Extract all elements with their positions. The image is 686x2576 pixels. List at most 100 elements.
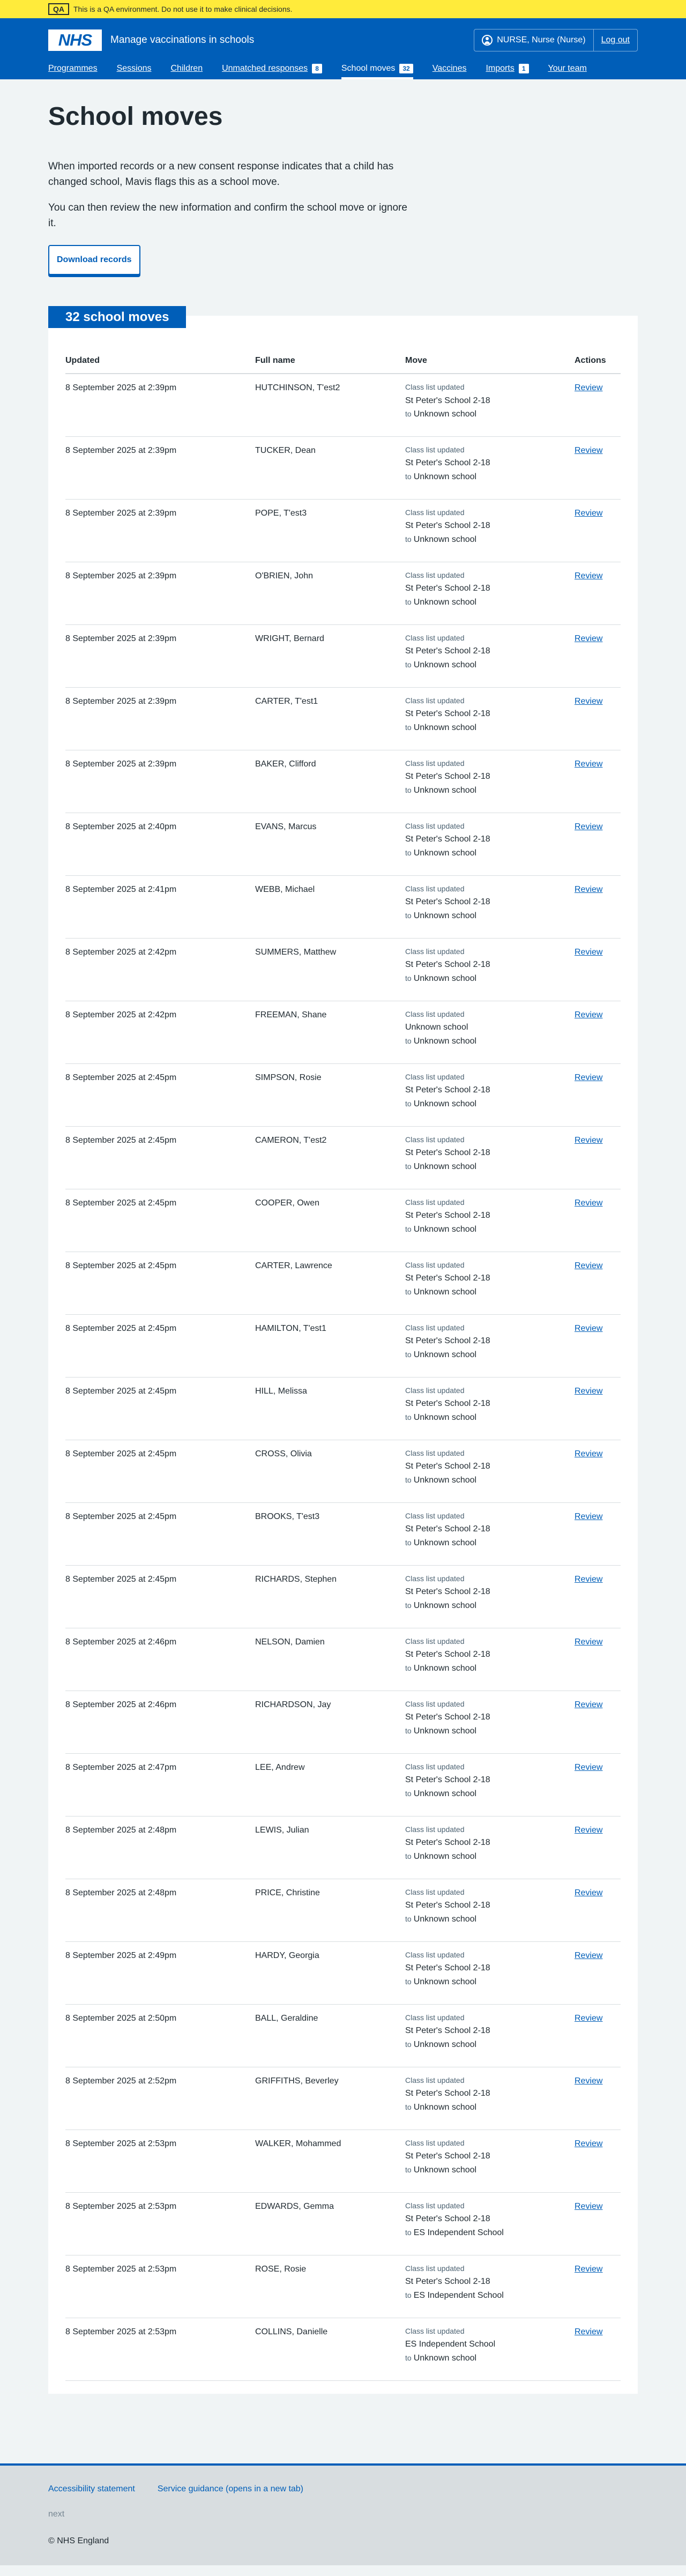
review-link[interactable]: Review: [575, 571, 602, 580]
review-link[interactable]: Review: [575, 1888, 602, 1897]
review-link[interactable]: Review: [575, 1951, 602, 1960]
review-link[interactable]: Review: [575, 383, 602, 392]
service-name[interactable]: Manage vaccinations in schools: [110, 33, 254, 48]
review-link[interactable]: Review: [575, 885, 602, 894]
review-link[interactable]: Review: [575, 948, 602, 957]
move-to-word: to: [405, 2290, 412, 2299]
cell-actions: Review: [575, 1126, 621, 1189]
download-records-button[interactable]: Download records: [48, 245, 140, 275]
move-to-word: to: [405, 1099, 412, 1108]
review-link[interactable]: Review: [575, 2202, 602, 2211]
review-link[interactable]: Review: [575, 1449, 602, 1458]
table-row: 8 September 2025 at 2:46pm RICHARDSON, Ja…: [65, 1691, 621, 1754]
nav-count-badge: 32: [399, 64, 413, 73]
review-link[interactable]: Review: [575, 2014, 602, 2023]
move-to-word: to: [405, 410, 412, 419]
review-link[interactable]: Review: [575, 822, 602, 831]
table-row: 8 September 2025 at 2:50pm BALL, Geraldin…: [65, 2004, 621, 2067]
move-type-label: Class list updated: [405, 2264, 465, 2273]
review-link[interactable]: Review: [575, 509, 602, 518]
review-link[interactable]: Review: [575, 1637, 602, 1647]
nav-item-imports[interactable]: Imports 1: [486, 62, 529, 75]
nav-item-programmes[interactable]: Programmes: [48, 62, 98, 75]
review-link[interactable]: Review: [575, 2265, 602, 2274]
move-from-school: St Peter's School 2-18: [405, 1148, 490, 1158]
cell-move: Class list updated St Peter's School 2-18…: [405, 1189, 575, 1252]
review-link[interactable]: Review: [575, 1700, 602, 1709]
move-to-school: Unknown school: [413, 1851, 477, 1861]
review-link[interactable]: Review: [575, 697, 602, 706]
cell-full-name: TUCKER, Dean: [255, 436, 405, 500]
nav-item-school-moves[interactable]: School moves 32: [341, 62, 413, 79]
nav-item-vaccines[interactable]: Vaccines: [433, 62, 467, 75]
review-link[interactable]: Review: [575, 634, 602, 643]
move-to-school: Unknown school: [413, 1600, 477, 1610]
cell-full-name: CROSS, Olivia: [255, 1440, 405, 1503]
review-link[interactable]: Review: [575, 1512, 602, 1521]
table-row: 8 September 2025 at 2:47pm LEE, Andrew Cla…: [65, 1753, 621, 1816]
review-link[interactable]: Review: [575, 1136, 602, 1145]
review-link[interactable]: Review: [575, 1073, 602, 1082]
intro-paragraph-2: You can then review the new information …: [48, 202, 407, 229]
cell-updated: 8 September 2025 at 2:39pm: [65, 687, 255, 750]
move-to-line: to Unknown school: [405, 1285, 575, 1299]
review-link[interactable]: Review: [575, 2139, 602, 2148]
column-header-actions: Actions: [575, 315, 621, 375]
cell-full-name: SIMPSON, Rosie: [255, 1063, 405, 1127]
cell-updated: 8 September 2025 at 2:42pm: [65, 938, 255, 1001]
move-type-label: Class list updated: [405, 1448, 465, 1457]
nav-item-label: Imports: [486, 64, 514, 73]
move-to-word: to: [405, 1224, 412, 1233]
move-to-word: to: [405, 973, 412, 982]
nav-item-unmatched-responses[interactable]: Unmatched responses 8: [222, 62, 322, 75]
move-type-label: Class list updated: [405, 1135, 465, 1144]
cell-actions: Review: [575, 1816, 621, 1879]
review-link[interactable]: Review: [575, 2327, 602, 2336]
cell-move: Class list updated St Peter's School 2-18…: [405, 374, 575, 437]
table-row: 8 September 2025 at 2:45pm BROOKS, T'est3…: [65, 1502, 621, 1566]
cell-actions: Review: [575, 1941, 621, 2005]
review-link[interactable]: Review: [575, 760, 602, 769]
move-from-school: St Peter's School 2-18: [405, 1901, 490, 1910]
cell-move: Class list updated St Peter's School 2-18…: [405, 1440, 575, 1503]
cell-updated: 8 September 2025 at 2:45pm: [65, 1252, 255, 1315]
cell-actions: Review: [575, 2255, 621, 2318]
cell-actions: Review: [575, 750, 621, 813]
review-link[interactable]: Review: [575, 1575, 602, 1584]
review-link[interactable]: Review: [575, 1324, 602, 1333]
review-link[interactable]: Review: [575, 1198, 602, 1208]
move-to-line: to Unknown school: [405, 909, 575, 923]
move-from-school: St Peter's School 2-18: [405, 2026, 490, 2036]
move-from-school: St Peter's School 2-18: [405, 1399, 490, 1409]
nav-item-your-team[interactable]: Your team: [548, 62, 587, 75]
review-link[interactable]: Review: [575, 1010, 602, 1019]
review-link[interactable]: Review: [575, 1261, 602, 1270]
move-from-school: St Peter's School 2-18: [405, 1963, 490, 1973]
move-to-school: Unknown school: [413, 1538, 477, 1547]
cell-full-name: FREEMAN, Shane: [255, 1001, 405, 1064]
cell-full-name: CARTER, Lawrence: [255, 1252, 405, 1315]
move-to-school: Unknown school: [413, 597, 477, 607]
cell-updated: 8 September 2025 at 2:46pm: [65, 1691, 255, 1754]
move-type-label: Class list updated: [405, 1511, 465, 1520]
table-row: 8 September 2025 at 2:53pm COLLINS, Danie…: [65, 2318, 621, 2381]
logout-button[interactable]: Log out: [594, 29, 637, 51]
qa-environment-banner: QA This is a QA environment. Do not use …: [0, 0, 686, 18]
footer-link-service-guidance[interactable]: Service guidance (opens in a new tab): [158, 2483, 303, 2496]
review-link[interactable]: Review: [575, 1763, 602, 1772]
review-link[interactable]: Review: [575, 1826, 602, 1835]
nav-item-sessions[interactable]: Sessions: [117, 62, 152, 75]
cell-move: Class list updated St Peter's School 2-18…: [405, 1502, 575, 1566]
review-link[interactable]: Review: [575, 2076, 602, 2086]
review-link[interactable]: Review: [575, 446, 602, 455]
cell-actions: Review: [575, 813, 621, 876]
nhs-logo[interactable]: NHS: [48, 29, 102, 51]
move-to-word: to: [405, 848, 412, 857]
move-to-school: Unknown school: [413, 848, 477, 858]
move-to-line: to Unknown school: [405, 2101, 575, 2115]
nav-item-label: Vaccines: [432, 64, 467, 73]
review-link[interactable]: Review: [575, 1387, 602, 1396]
nav-item-children[interactable]: Children: [171, 62, 203, 75]
move-to-word: to: [405, 1977, 412, 1986]
footer-link-accessibility[interactable]: Accessibility statement: [48, 2483, 135, 2496]
